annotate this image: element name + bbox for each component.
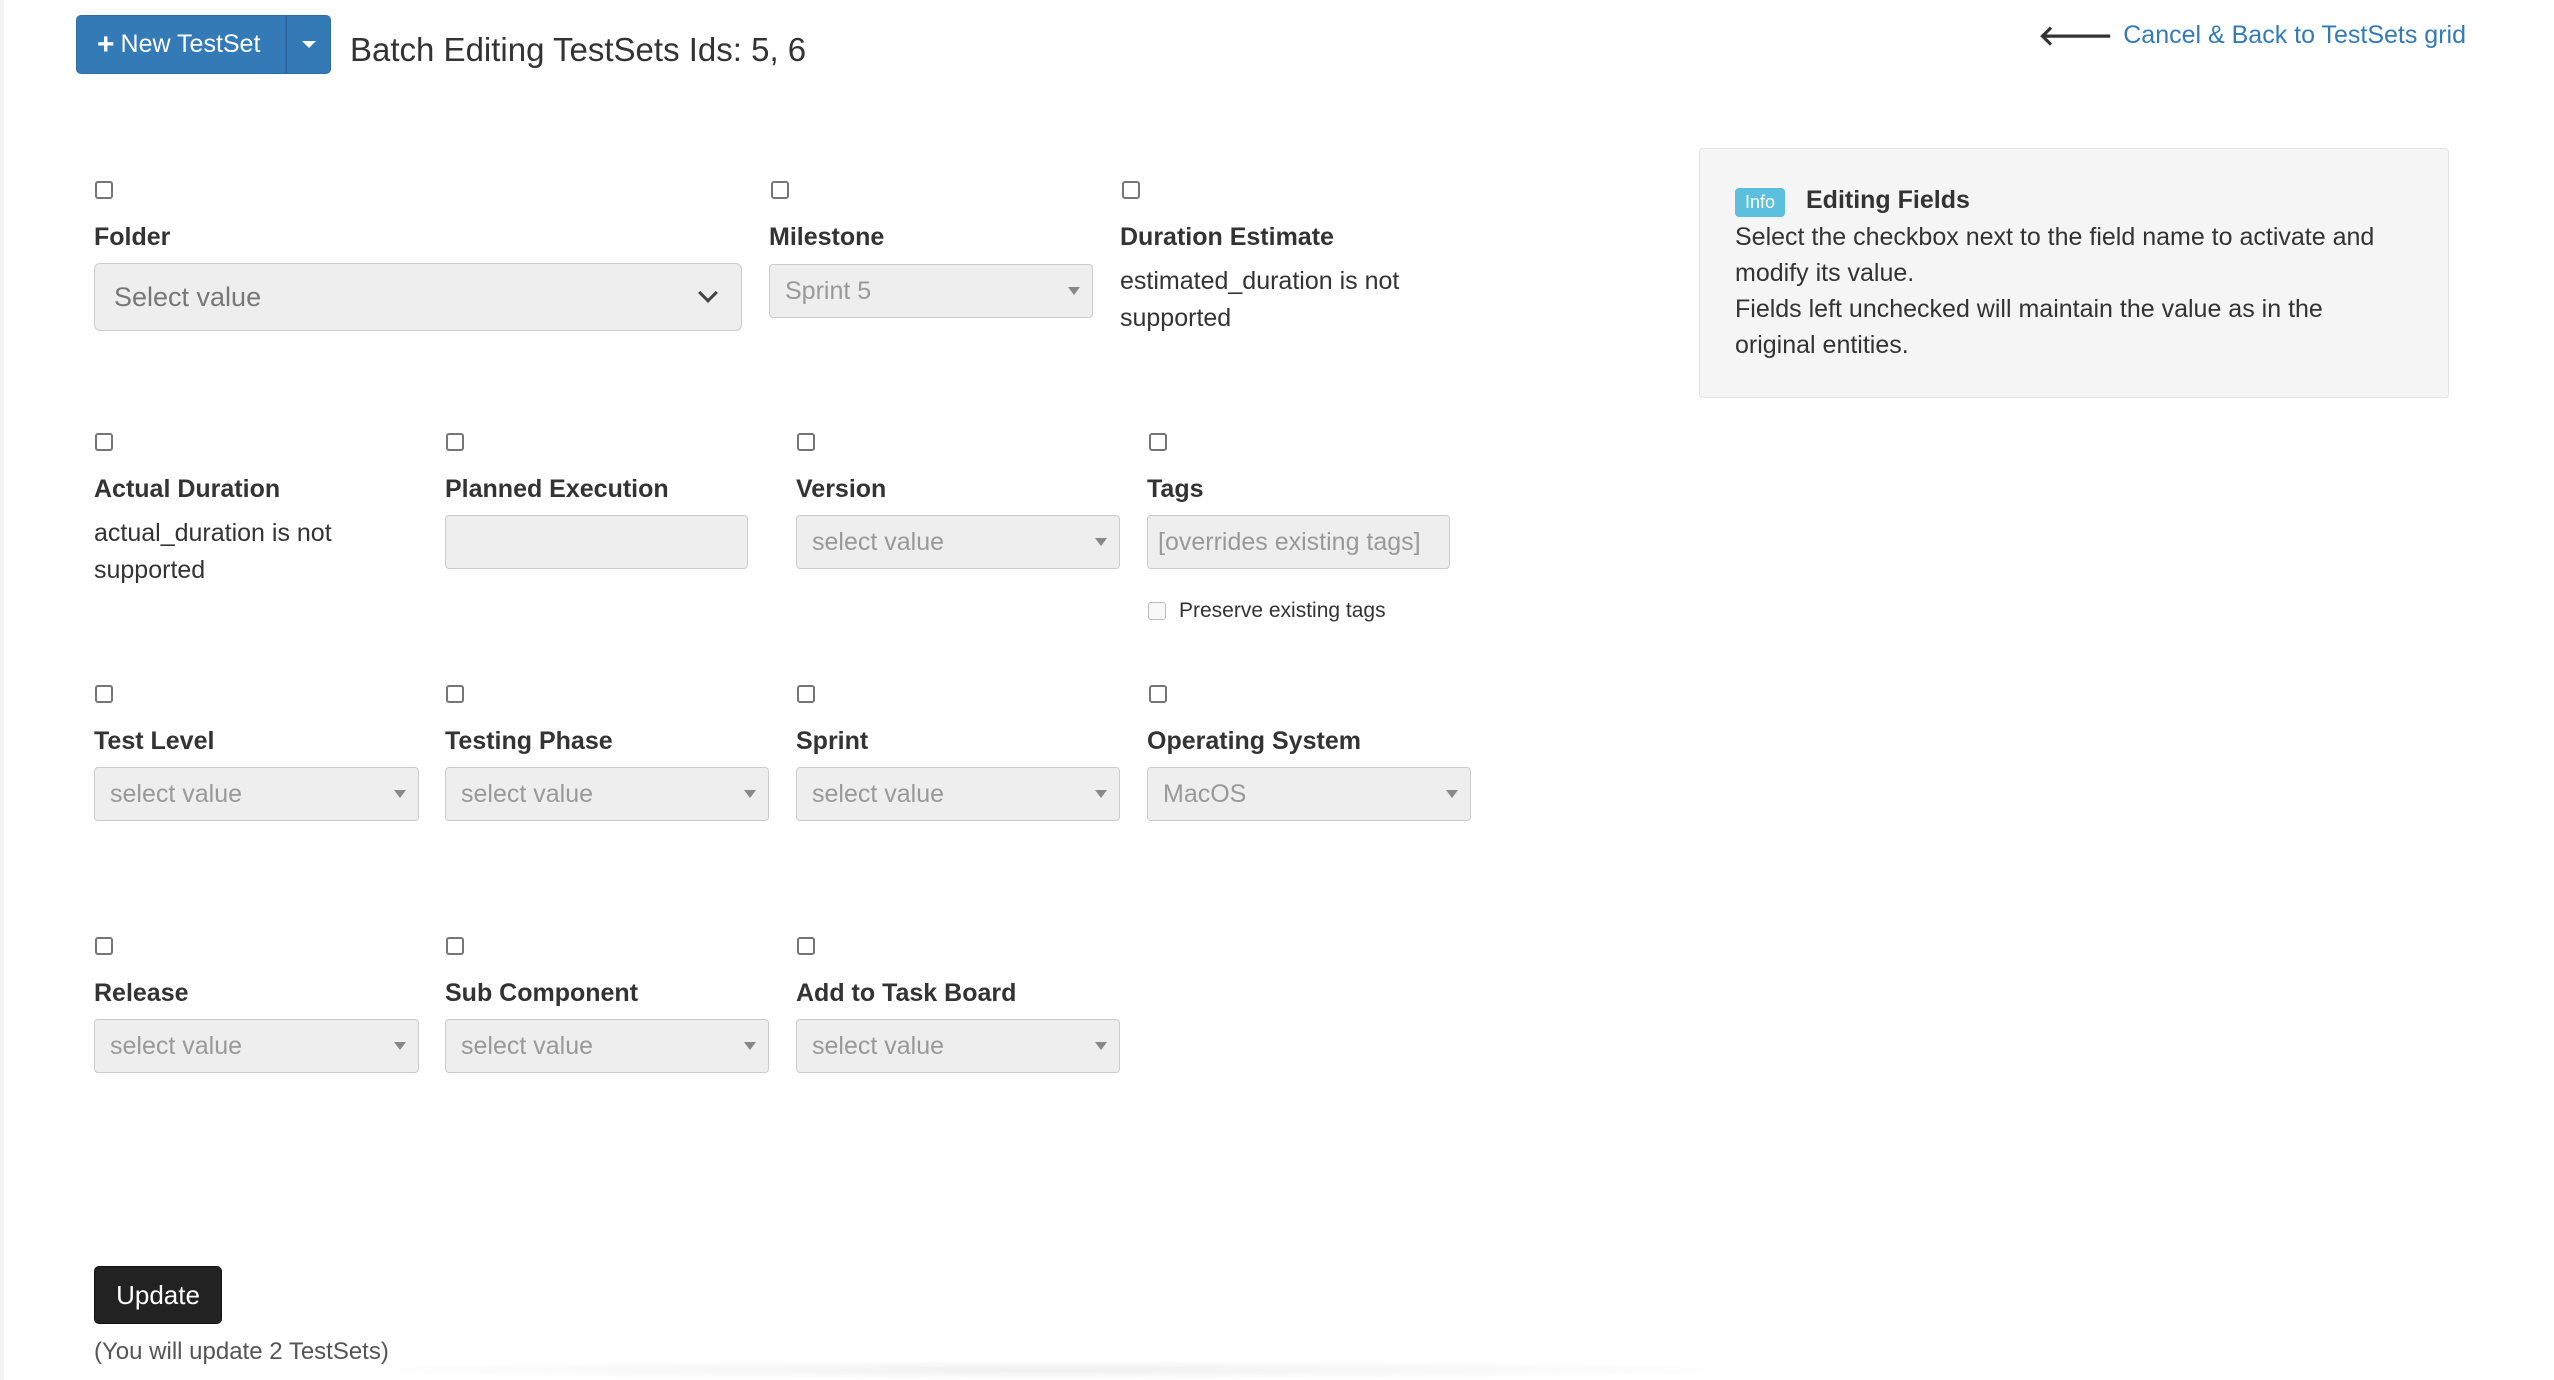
release-select-value: select value xyxy=(110,1031,243,1060)
actual-duration-checkbox[interactable] xyxy=(95,433,113,451)
dropdown-arrow-icon xyxy=(1446,790,1458,798)
duration-estimate-note-line1: estimated_duration is not xyxy=(1120,267,1400,295)
sprint-label: Sprint xyxy=(796,727,869,755)
planned-execution-checkbox[interactable] xyxy=(446,433,464,451)
version-checkbox[interactable] xyxy=(797,433,815,451)
milestone-select[interactable]: Sprint 5 xyxy=(769,264,1093,318)
dropdown-arrow-icon xyxy=(394,790,406,798)
sub-component-checkbox[interactable] xyxy=(446,937,464,955)
add-to-task-board-select-value: select value xyxy=(812,1031,945,1060)
new-testset-button[interactable]: + New TestSet xyxy=(76,15,286,74)
info-text-line2: modify its value. xyxy=(1735,259,1915,287)
dropdown-arrow-icon xyxy=(744,1042,756,1050)
caret-down-icon xyxy=(301,41,316,48)
version-label: Version xyxy=(796,475,887,503)
sprint-select[interactable]: select value xyxy=(796,767,1120,821)
planned-execution-label: Planned Execution xyxy=(445,475,669,503)
operating-system-label: Operating System xyxy=(1147,727,1361,755)
release-checkbox[interactable] xyxy=(95,937,113,955)
release-select[interactable]: select value xyxy=(94,1019,419,1073)
page-left-edge xyxy=(0,0,4,1380)
version-select[interactable]: select value xyxy=(796,515,1120,569)
duration-estimate-note: estimated_duration is not supported xyxy=(1120,263,1399,337)
sub-component-select-value: select value xyxy=(461,1031,594,1060)
tags-label: Tags xyxy=(1147,475,1204,503)
cancel-back-label: Cancel & Back to TestSets grid xyxy=(2123,20,2466,49)
dropdown-arrow-icon xyxy=(1095,790,1107,798)
tags-input[interactable]: [overrides existing tags] xyxy=(1147,515,1450,569)
new-testset-label: New TestSet xyxy=(120,30,261,58)
folder-select-value: Select value xyxy=(114,281,262,312)
sprint-select-value: select value xyxy=(812,779,945,808)
testing-phase-checkbox[interactable] xyxy=(446,685,464,703)
duration-estimate-checkbox[interactable] xyxy=(1122,181,1140,199)
operating-system-checkbox[interactable] xyxy=(1149,685,1167,703)
milestone-select-value: Sprint 5 xyxy=(785,276,872,305)
duration-estimate-label: Duration Estimate xyxy=(1120,223,1334,251)
info-text-line3: Fields left unchecked will maintain the … xyxy=(1735,295,2323,323)
planned-execution-input[interactable] xyxy=(445,515,748,569)
tags-checkbox[interactable] xyxy=(1149,433,1167,451)
arrow-left-icon: 🡐 xyxy=(2038,20,2114,51)
testing-phase-select[interactable]: select value xyxy=(445,767,769,821)
milestone-checkbox[interactable] xyxy=(771,181,789,199)
new-testset-button-group: + New TestSet xyxy=(76,15,331,74)
actual-duration-note-line1: actual_duration is not xyxy=(94,519,332,547)
duration-estimate-note-line2: supported xyxy=(1120,304,1232,332)
release-label: Release xyxy=(94,979,189,1007)
actual-duration-note-line2: supported xyxy=(94,556,206,584)
update-button[interactable]: Update xyxy=(94,1266,222,1324)
folder-select[interactable]: Select value xyxy=(94,263,742,331)
test-level-select-value: select value xyxy=(110,779,243,808)
info-badge: Info xyxy=(1735,188,1786,217)
version-select-value: select value xyxy=(812,527,945,556)
info-text-line1: Select the checkbox next to the field na… xyxy=(1735,223,2375,251)
sprint-checkbox[interactable] xyxy=(797,685,815,703)
sub-component-label: Sub Component xyxy=(445,979,639,1007)
plus-icon: + xyxy=(97,27,115,61)
actual-duration-note: actual_duration is not supported xyxy=(94,515,332,589)
milestone-label: Milestone xyxy=(769,223,885,251)
info-title: Editing Fields xyxy=(1806,186,1970,214)
dropdown-arrow-icon xyxy=(1068,287,1080,295)
operating-system-select-value: MacOS xyxy=(1163,779,1247,808)
dropdown-arrow-icon xyxy=(744,790,756,798)
test-level-label: Test Level xyxy=(94,727,215,755)
sub-component-select[interactable]: select value xyxy=(445,1019,769,1073)
cancel-back-link[interactable]: 🡐 Cancel & Back to TestSets grid xyxy=(2038,18,2466,52)
test-level-select[interactable]: select value xyxy=(94,767,419,821)
tags-placeholder: [overrides existing tags] xyxy=(1158,527,1421,556)
folder-label: Folder xyxy=(94,223,171,251)
testing-phase-label: Testing Phase xyxy=(445,727,613,755)
operating-system-select[interactable]: MacOS xyxy=(1147,767,1471,821)
add-to-task-board-label: Add to Task Board xyxy=(796,979,1017,1007)
add-to-task-board-checkbox[interactable] xyxy=(797,937,815,955)
bottom-shadow xyxy=(300,1360,1800,1380)
info-text-line4: original entities. xyxy=(1735,331,1909,359)
chevron-down-icon xyxy=(698,283,718,303)
test-level-checkbox[interactable] xyxy=(95,685,113,703)
info-panel: Info Editing Fields Select the checkbox … xyxy=(1699,148,2449,398)
folder-checkbox[interactable] xyxy=(95,181,113,199)
add-to-task-board-select[interactable]: select value xyxy=(796,1019,1120,1073)
actual-duration-label: Actual Duration xyxy=(94,475,281,503)
page-title: Batch Editing TestSets Ids: 5, 6 xyxy=(350,31,807,68)
preserve-tags-checkbox[interactable] xyxy=(1148,602,1166,620)
dropdown-arrow-icon xyxy=(394,1042,406,1050)
dropdown-arrow-icon xyxy=(1095,1042,1107,1050)
new-testset-dropdown-toggle[interactable] xyxy=(286,15,331,74)
preserve-tags-label: Preserve existing tags xyxy=(1179,599,1386,622)
testing-phase-select-value: select value xyxy=(461,779,594,808)
dropdown-arrow-icon xyxy=(1095,538,1107,546)
